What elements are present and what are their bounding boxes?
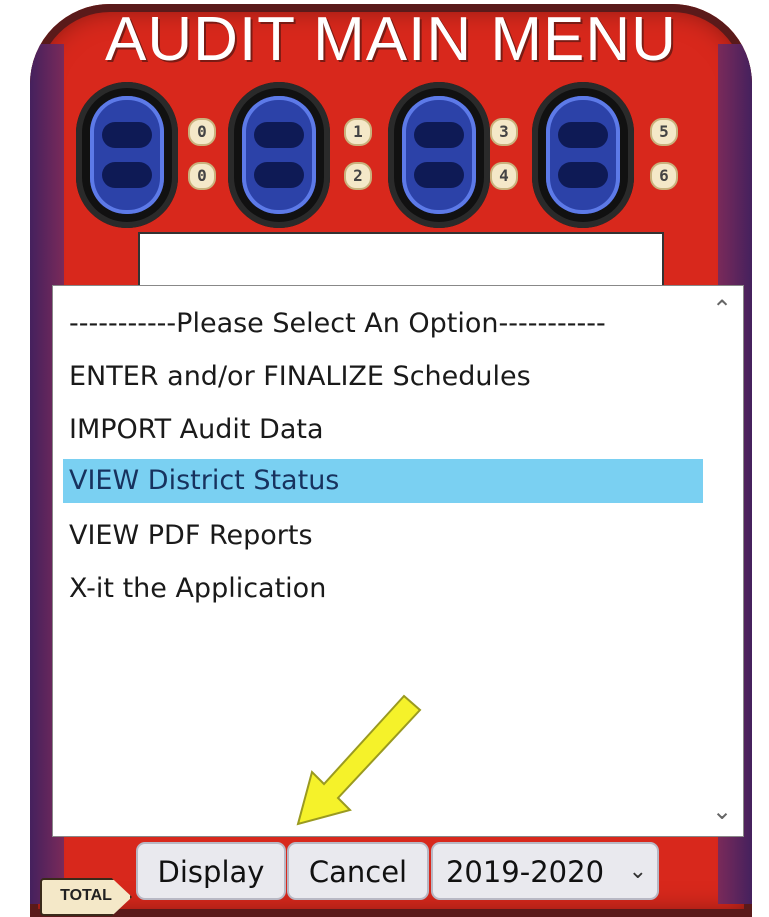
list-item[interactable]: -----------Please Select An Option------…	[63, 302, 703, 346]
list-item[interactable]: ENTER and/or FINALIZE Schedules	[63, 355, 703, 399]
display-button[interactable]: Display	[136, 842, 286, 900]
reel-number: 1	[344, 118, 372, 146]
list-item[interactable]: VIEW PDF Reports	[63, 514, 703, 558]
reel-number: 4	[490, 162, 518, 190]
year-select-value: 2019-2020	[445, 855, 605, 889]
chevron-down-icon: ⌄	[628, 859, 647, 884]
reel-number: 3	[490, 118, 518, 146]
reel-number: 6	[650, 162, 678, 190]
reel-2	[228, 82, 330, 228]
reel-number: 2	[344, 162, 372, 190]
pointer-arrow-icon	[296, 694, 422, 826]
reel-4	[532, 82, 634, 228]
list-item-selected[interactable]: VIEW District Status	[63, 459, 703, 503]
reel-1	[76, 82, 178, 228]
reel-number: 0	[188, 162, 216, 190]
list-item[interactable]: IMPORT Audit Data	[63, 408, 703, 452]
chevron-down-icon[interactable]: ⌄	[709, 798, 735, 824]
cancel-button[interactable]: Cancel	[287, 842, 429, 900]
reel-3	[388, 82, 490, 228]
chevron-up-icon[interactable]: ⌃	[709, 296, 735, 322]
page-title: AUDIT MAIN MENU	[105, 5, 677, 74]
year-select[interactable]: 2019-2020 ⌄	[431, 842, 659, 900]
reel-number: 0	[188, 118, 216, 146]
list-item[interactable]: X-it the Application	[63, 567, 703, 611]
reel-number: 5	[650, 118, 678, 146]
